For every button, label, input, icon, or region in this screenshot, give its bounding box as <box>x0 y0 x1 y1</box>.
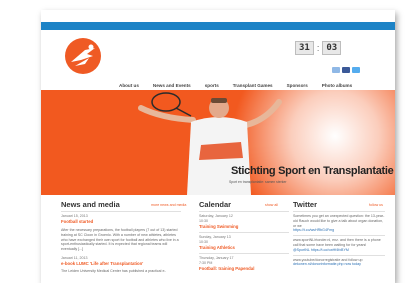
logo-figure-icon <box>71 44 95 66</box>
hero-banner[interactable] <box>41 90 395 195</box>
follow-us-link[interactable]: follow us <box>369 203 383 207</box>
facebook-icon[interactable] <box>342 67 350 73</box>
divider <box>199 232 289 233</box>
event-title[interactable]: Training Athletics <box>199 245 289 251</box>
calendar-event[interactable]: Sunday, January 13 10:30 Training Athlet… <box>199 235 289 251</box>
twitter-icon[interactable] <box>352 67 360 73</box>
social-icons <box>332 67 360 73</box>
tweet-link[interactable]: @SportNL https://t.co/vwHf4fxBYM <box>293 248 385 253</box>
screenshot-frame: 31 : 03 About us News and Events sports … <box>0 0 417 283</box>
hero-title: Stichting Sport en Transplantatie <box>231 165 394 177</box>
countdown-counter: 31 : 03 <box>295 41 342 55</box>
tweet: www.youtube/donorregistratie and follow … <box>293 258 385 268</box>
calendar-column: Calendar show all Saturday, January 12 1… <box>199 200 289 272</box>
calendar-event[interactable]: Saturday, January 12 10:30 Training Swim… <box>199 214 289 230</box>
tweet-link[interactable]: https://t.co/wsHRbG4Fmg <box>293 228 385 233</box>
divider <box>199 211 289 212</box>
tweet: Sometimes you get an unexpected question… <box>293 214 385 233</box>
email-icon[interactable] <box>332 67 340 73</box>
news-item-body: The Leiden University Medical Center has… <box>61 268 166 273</box>
news-item-title[interactable]: e-book LUMC 'Life after Transplantation' <box>61 261 181 267</box>
divider <box>293 235 385 237</box>
divider <box>199 253 289 254</box>
hero-subtitle: Sport en transplantatie: samen sterker <box>229 180 287 184</box>
more-news-link[interactable]: more news and media <box>151 203 186 207</box>
divider <box>61 211 181 212</box>
tweet-link[interactable]: dekonen.nl/donorinformatie.php now today <box>293 262 385 267</box>
calendar-event[interactable]: Thursday, January 17 7:30 PM Football: t… <box>199 256 289 272</box>
website-page: 31 : 03 About us News and Events sports … <box>41 10 395 283</box>
news-item-title[interactable]: Football started <box>61 219 181 225</box>
counter-minutes: 03 <box>322 41 342 55</box>
divider <box>293 211 385 212</box>
event-title[interactable]: Training Swimming <box>199 224 289 230</box>
top-bar <box>41 22 395 30</box>
tweet: www.sportNL/rtonder.nl, enz. and then th… <box>293 238 385 252</box>
site-logo[interactable] <box>65 38 101 74</box>
athlete-photo <box>138 92 282 195</box>
news-item-body: After the necessary preparations, the fo… <box>61 228 179 252</box>
counter-days: 31 <box>295 41 314 55</box>
divider <box>293 254 385 256</box>
event-title[interactable]: Football: training Papendal <box>199 266 289 272</box>
twitter-column: Twitter follow us Sometimes you get an u… <box>293 200 385 267</box>
show-all-link[interactable]: show all <box>265 203 278 207</box>
counter-separator: : <box>316 43 320 53</box>
racquet-icon <box>151 92 181 112</box>
tweet-text: Sometimes you get an unexpected question… <box>293 214 385 228</box>
tweet-text: www.sportNL/rtonder.nl, enz. and then th… <box>293 238 381 247</box>
news-column: News and media more news and media Janua… <box>61 200 186 274</box>
